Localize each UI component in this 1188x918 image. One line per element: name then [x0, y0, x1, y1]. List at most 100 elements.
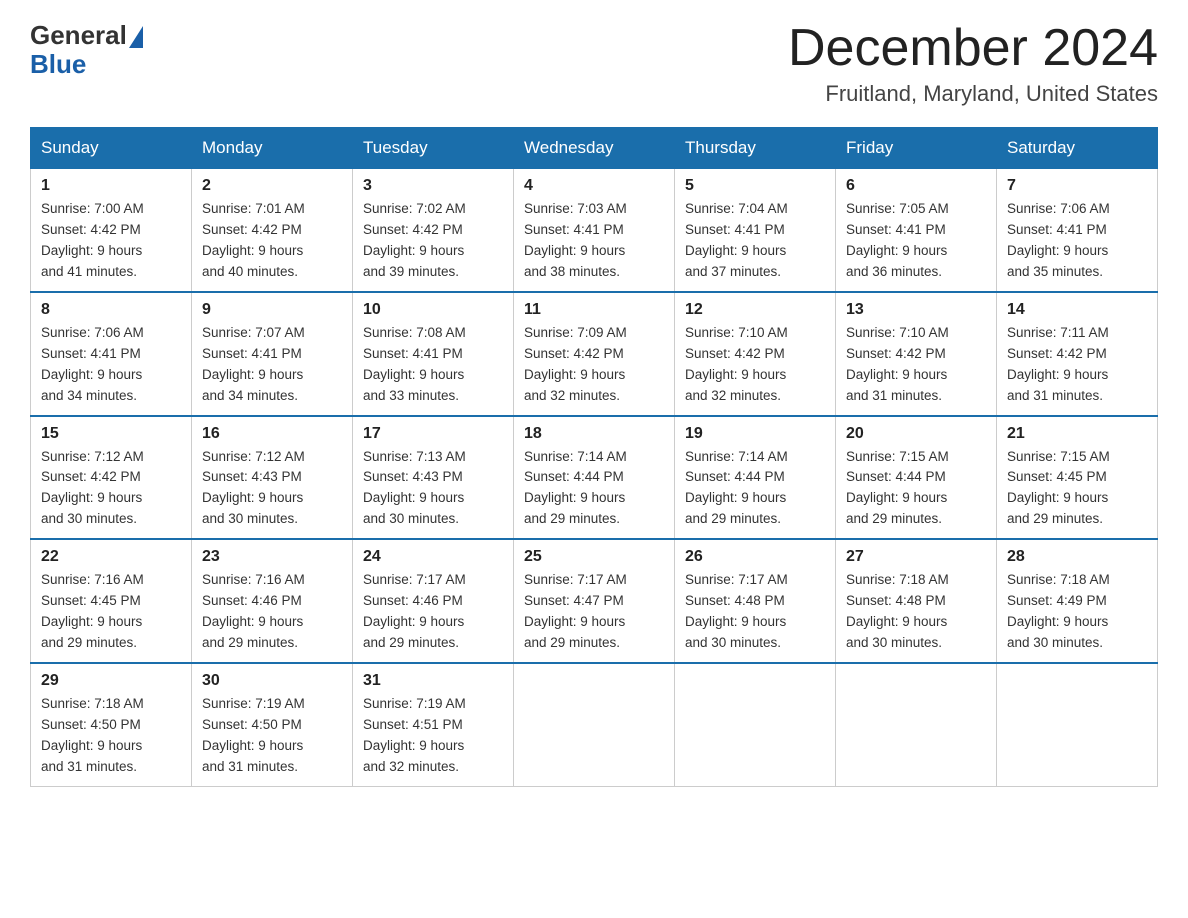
day-number: 10 — [363, 301, 503, 319]
calendar-day-cell: 9 Sunrise: 7:07 AMSunset: 4:41 PMDaylight… — [192, 292, 353, 416]
day-info: Sunrise: 7:11 AMSunset: 4:42 PMDaylight:… — [1007, 323, 1147, 407]
calendar-day-cell: 31 Sunrise: 7:19 AMSunset: 4:51 PMDayligh… — [353, 663, 514, 786]
logo-blue-text: Blue — [30, 49, 86, 80]
day-info: Sunrise: 7:17 AMSunset: 4:46 PMDaylight:… — [363, 570, 503, 654]
day-number: 24 — [363, 548, 503, 566]
calendar-day-cell — [997, 663, 1158, 786]
day-info: Sunrise: 7:10 AMSunset: 4:42 PMDaylight:… — [685, 323, 825, 407]
day-number: 13 — [846, 301, 986, 319]
day-info: Sunrise: 7:15 AMSunset: 4:45 PMDaylight:… — [1007, 447, 1147, 531]
calendar-week-row: 29 Sunrise: 7:18 AMSunset: 4:50 PMDayligh… — [31, 663, 1158, 786]
day-info: Sunrise: 7:16 AMSunset: 4:46 PMDaylight:… — [202, 570, 342, 654]
day-info: Sunrise: 7:19 AMSunset: 4:50 PMDaylight:… — [202, 694, 342, 778]
day-info: Sunrise: 7:18 AMSunset: 4:50 PMDaylight:… — [41, 694, 181, 778]
day-info: Sunrise: 7:04 AMSunset: 4:41 PMDaylight:… — [685, 199, 825, 283]
day-info: Sunrise: 7:09 AMSunset: 4:42 PMDaylight:… — [524, 323, 664, 407]
calendar-day-cell: 6 Sunrise: 7:05 AMSunset: 4:41 PMDaylight… — [836, 169, 997, 292]
day-info: Sunrise: 7:13 AMSunset: 4:43 PMDaylight:… — [363, 447, 503, 531]
day-number: 21 — [1007, 425, 1147, 443]
day-number: 17 — [363, 425, 503, 443]
calendar-day-cell: 24 Sunrise: 7:17 AMSunset: 4:46 PMDayligh… — [353, 539, 514, 663]
day-info: Sunrise: 7:18 AMSunset: 4:49 PMDaylight:… — [1007, 570, 1147, 654]
logo: General Blue — [30, 20, 143, 80]
calendar-day-cell: 17 Sunrise: 7:13 AMSunset: 4:43 PMDayligh… — [353, 416, 514, 540]
calendar-day-cell: 20Sunrise: 7:15 AMSunset: 4:44 PMDayligh… — [836, 416, 997, 540]
day-number: 2 — [202, 177, 342, 195]
calendar-header-thursday: Thursday — [675, 128, 836, 169]
day-info: Sunrise: 7:00 AMSunset: 4:42 PMDaylight:… — [41, 199, 181, 283]
day-info: Sunrise: 7:06 AMSunset: 4:41 PMDaylight:… — [41, 323, 181, 407]
calendar-day-cell: 18 Sunrise: 7:14 AMSunset: 4:44 PMDayligh… — [514, 416, 675, 540]
calendar-day-cell: 16Sunrise: 7:12 AMSunset: 4:43 PMDayligh… — [192, 416, 353, 540]
day-number: 23 — [202, 548, 342, 566]
calendar-day-cell: 1 Sunrise: 7:00 AMSunset: 4:42 PMDaylight… — [31, 169, 192, 292]
day-number: 18 — [524, 425, 664, 443]
title-section: December 2024 Fruitland, Maryland, Unite… — [788, 20, 1158, 107]
day-number: 31 — [363, 672, 503, 690]
calendar-day-cell: 25 Sunrise: 7:17 AMSunset: 4:47 PMDayligh… — [514, 539, 675, 663]
day-number: 25 — [524, 548, 664, 566]
month-title: December 2024 — [788, 20, 1158, 77]
calendar-day-cell: 28Sunrise: 7:18 AMSunset: 4:49 PMDayligh… — [997, 539, 1158, 663]
day-info: Sunrise: 7:14 AMSunset: 4:44 PMDaylight:… — [524, 447, 664, 531]
day-number: 9 — [202, 301, 342, 319]
day-number: 19 — [685, 425, 825, 443]
page-header: General Blue December 2024 Fruitland, Ma… — [30, 20, 1158, 107]
calendar-day-cell: 12 Sunrise: 7:10 AMSunset: 4:42 PMDayligh… — [675, 292, 836, 416]
day-info: Sunrise: 7:02 AMSunset: 4:42 PMDaylight:… — [363, 199, 503, 283]
calendar-day-cell: 26 Sunrise: 7:17 AMSunset: 4:48 PMDayligh… — [675, 539, 836, 663]
calendar-day-cell: 5Sunrise: 7:04 AMSunset: 4:41 PMDaylight… — [675, 169, 836, 292]
day-info: Sunrise: 7:08 AMSunset: 4:41 PMDaylight:… — [363, 323, 503, 407]
calendar-day-cell: 4Sunrise: 7:03 AMSunset: 4:41 PMDaylight… — [514, 169, 675, 292]
day-info: Sunrise: 7:17 AMSunset: 4:47 PMDaylight:… — [524, 570, 664, 654]
day-number: 3 — [363, 177, 503, 195]
day-number: 22 — [41, 548, 181, 566]
calendar-day-cell — [675, 663, 836, 786]
day-info: Sunrise: 7:12 AMSunset: 4:43 PMDaylight:… — [202, 447, 342, 531]
day-number: 15 — [41, 425, 181, 443]
day-number: 6 — [846, 177, 986, 195]
calendar-day-cell: 11 Sunrise: 7:09 AMSunset: 4:42 PMDayligh… — [514, 292, 675, 416]
day-number: 29 — [41, 672, 181, 690]
day-info: Sunrise: 7:10 AMSunset: 4:42 PMDaylight:… — [846, 323, 986, 407]
day-info: Sunrise: 7:06 AMSunset: 4:41 PMDaylight:… — [1007, 199, 1147, 283]
calendar-header-wednesday: Wednesday — [514, 128, 675, 169]
day-number: 8 — [41, 301, 181, 319]
calendar-day-cell: 13 Sunrise: 7:10 AMSunset: 4:42 PMDayligh… — [836, 292, 997, 416]
day-info: Sunrise: 7:14 AMSunset: 4:44 PMDaylight:… — [685, 447, 825, 531]
day-info: Sunrise: 7:19 AMSunset: 4:51 PMDaylight:… — [363, 694, 503, 778]
day-number: 14 — [1007, 301, 1147, 319]
calendar-header-saturday: Saturday — [997, 128, 1158, 169]
day-number: 11 — [524, 301, 664, 319]
day-number: 30 — [202, 672, 342, 690]
calendar-day-cell: 10 Sunrise: 7:08 AMSunset: 4:41 PMDayligh… — [353, 292, 514, 416]
calendar-table: SundayMondayTuesdayWednesdayThursdayFrid… — [30, 127, 1158, 786]
calendar-day-cell: 19 Sunrise: 7:14 AMSunset: 4:44 PMDayligh… — [675, 416, 836, 540]
calendar-day-cell: 29 Sunrise: 7:18 AMSunset: 4:50 PMDayligh… — [31, 663, 192, 786]
calendar-day-cell: 27 Sunrise: 7:18 AMSunset: 4:48 PMDayligh… — [836, 539, 997, 663]
day-info: Sunrise: 7:17 AMSunset: 4:48 PMDaylight:… — [685, 570, 825, 654]
calendar-week-row: 15Sunrise: 7:12 AMSunset: 4:42 PMDayligh… — [31, 416, 1158, 540]
calendar-day-cell: 14 Sunrise: 7:11 AMSunset: 4:42 PMDayligh… — [997, 292, 1158, 416]
calendar-day-cell — [514, 663, 675, 786]
calendar-day-cell: 23 Sunrise: 7:16 AMSunset: 4:46 PMDayligh… — [192, 539, 353, 663]
day-number: 1 — [41, 177, 181, 195]
calendar-day-cell: 2 Sunrise: 7:01 AMSunset: 4:42 PMDaylight… — [192, 169, 353, 292]
day-info: Sunrise: 7:15 AMSunset: 4:44 PMDaylight:… — [846, 447, 986, 531]
calendar-day-cell — [836, 663, 997, 786]
location-text: Fruitland, Maryland, United States — [788, 81, 1158, 107]
day-number: 27 — [846, 548, 986, 566]
day-number: 12 — [685, 301, 825, 319]
day-info: Sunrise: 7:05 AMSunset: 4:41 PMDaylight:… — [846, 199, 986, 283]
calendar-header-sunday: Sunday — [31, 128, 192, 169]
day-info: Sunrise: 7:01 AMSunset: 4:42 PMDaylight:… — [202, 199, 342, 283]
day-info: Sunrise: 7:07 AMSunset: 4:41 PMDaylight:… — [202, 323, 342, 407]
calendar-header-monday: Monday — [192, 128, 353, 169]
calendar-header-friday: Friday — [836, 128, 997, 169]
calendar-day-cell: 8 Sunrise: 7:06 AMSunset: 4:41 PMDaylight… — [31, 292, 192, 416]
day-info: Sunrise: 7:03 AMSunset: 4:41 PMDaylight:… — [524, 199, 664, 283]
day-info: Sunrise: 7:18 AMSunset: 4:48 PMDaylight:… — [846, 570, 986, 654]
calendar-day-cell: 30 Sunrise: 7:19 AMSunset: 4:50 PMDayligh… — [192, 663, 353, 786]
day-number: 26 — [685, 548, 825, 566]
calendar-week-row: 8 Sunrise: 7:06 AMSunset: 4:41 PMDaylight… — [31, 292, 1158, 416]
